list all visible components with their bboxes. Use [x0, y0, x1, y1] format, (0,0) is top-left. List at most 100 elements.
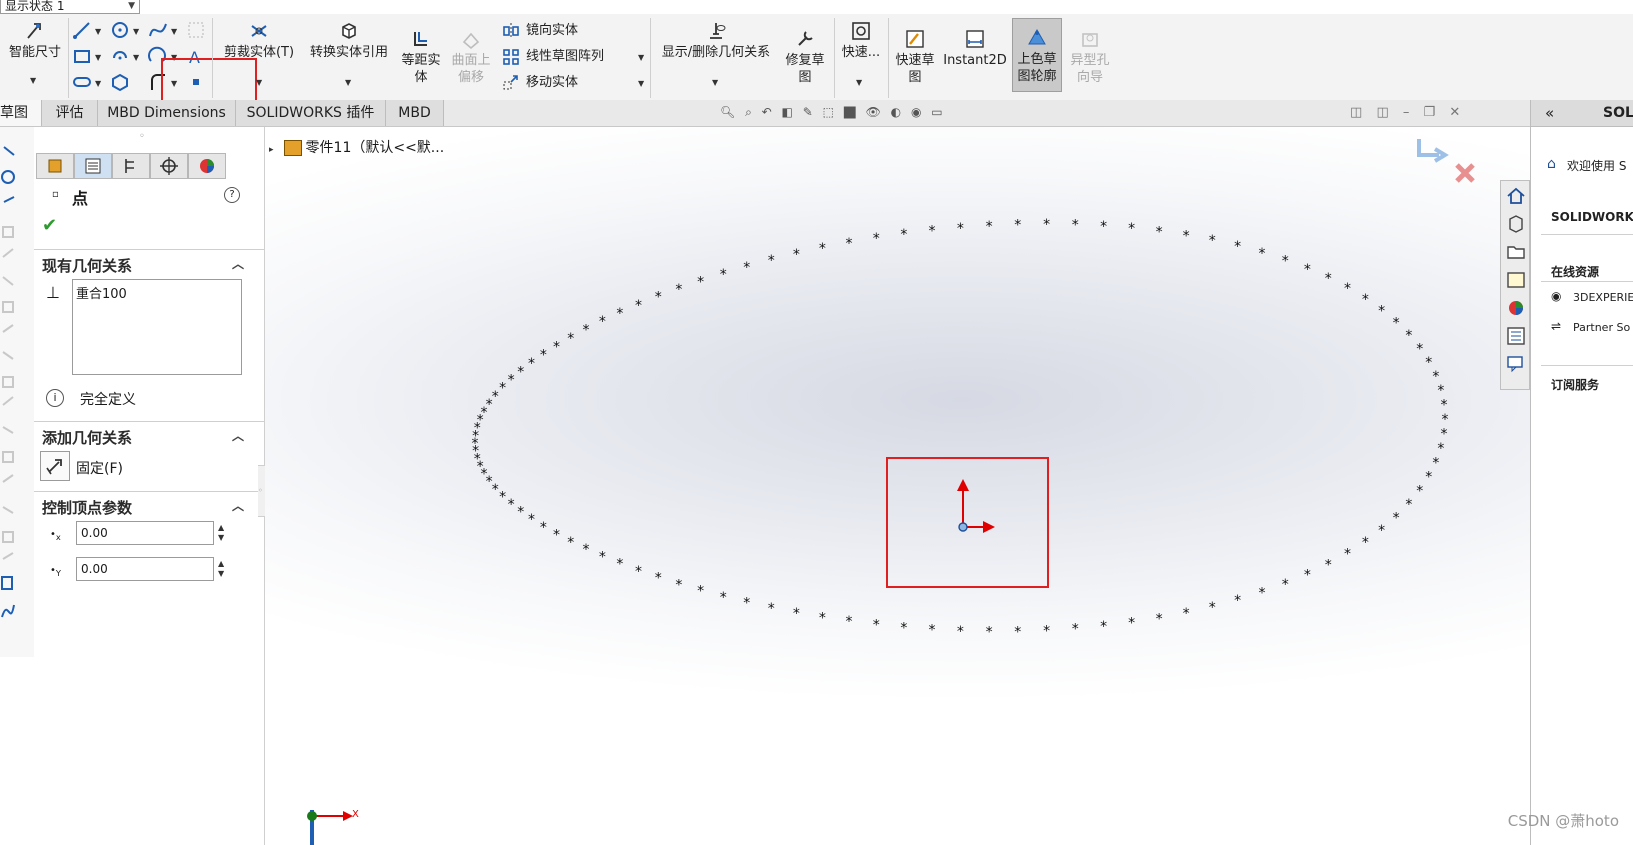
sketch-point[interactable]: *	[1282, 577, 1289, 593]
sketch-point[interactable]: *	[929, 224, 936, 240]
sketch-point[interactable]: *	[1378, 303, 1385, 319]
construction-geometry-icon[interactable]	[186, 20, 206, 40]
close-icon[interactable]: ✕	[1449, 105, 1460, 120]
sketch-point[interactable]: *	[1325, 557, 1332, 573]
tile-left-icon[interactable]: ◫	[1350, 105, 1362, 120]
tile-right-icon[interactable]: ◫	[1376, 105, 1388, 120]
y-spin-buttons[interactable]: ▲ ▼	[218, 559, 228, 579]
sketch-point[interactable]: *	[1425, 470, 1432, 486]
tab-display-manager[interactable]	[188, 153, 226, 179]
sketch-point[interactable]: *	[1405, 328, 1412, 344]
sketch-point[interactable]: *	[1405, 497, 1412, 513]
home-icon[interactable]	[1505, 185, 1527, 207]
rapid-sketch-button[interactable]: 快速草 图	[890, 28, 940, 86]
straight-slot-icon[interactable]	[72, 72, 92, 92]
sketch-point[interactable]: *	[499, 381, 506, 397]
tab-solidworks-addins[interactable]: SOLIDWORKS 插件	[236, 100, 386, 126]
tab-feature-manager[interactable]	[36, 153, 74, 179]
sketch-point[interactable]: *	[1014, 624, 1021, 640]
sketch-point[interactable]: *	[499, 489, 506, 505]
sketch-point[interactable]: *	[1362, 292, 1369, 308]
collapse-icon[interactable]: ︿	[232, 427, 244, 444]
sketch-point[interactable]: *	[1344, 281, 1351, 297]
sketch-point[interactable]: *	[540, 348, 547, 364]
design-library-icon[interactable]	[1505, 213, 1527, 235]
sketch-point[interactable]: *	[553, 339, 560, 355]
forum-icon[interactable]	[1505, 353, 1527, 375]
sketch-point[interactable]: *	[986, 219, 993, 235]
dynamic-annotation-icon[interactable]: ✎	[803, 105, 813, 119]
tab-evaluate[interactable]: 评估	[42, 100, 98, 126]
sketch-point[interactable]: *	[567, 535, 574, 551]
rectangle-tool-icon[interactable]	[72, 46, 92, 66]
chevron-down-icon[interactable]: ▼	[30, 76, 36, 85]
sketch-point[interactable]: *	[1128, 221, 1135, 237]
sketch-point[interactable]: *	[1156, 611, 1163, 627]
list-item[interactable]: 重合100	[76, 283, 127, 302]
sketch-point[interactable]: *	[1442, 412, 1449, 428]
sketch-point[interactable]: *	[528, 512, 535, 528]
fix-relation-button[interactable]	[40, 451, 70, 481]
quick-snaps-button[interactable]: 快速...	[838, 20, 884, 61]
apply-scene-icon[interactable]: ◉	[911, 105, 921, 119]
sketch-point[interactable]: *	[655, 571, 662, 587]
sketch-point[interactable]: *	[1362, 535, 1369, 551]
convert-entities-button[interactable]: 转换实体引用	[304, 20, 394, 61]
sketch-point[interactable]: *	[583, 323, 590, 339]
polygon-tool-icon[interactable]	[110, 72, 130, 92]
sketch-point[interactable]: *	[675, 282, 682, 298]
collapse-icon[interactable]: ︿	[232, 255, 244, 272]
slot-tool-icon[interactable]	[110, 46, 130, 66]
welcome-text[interactable]: 欢迎使用 S	[1567, 157, 1626, 174]
help-button[interactable]: ?	[224, 187, 240, 203]
spline-tool-icon[interactable]	[148, 20, 168, 40]
y-coordinate-input[interactable]: 0.00	[76, 557, 214, 581]
sketch-point[interactable]: *	[1043, 217, 1050, 233]
ok-checkmark-button[interactable]: ✔	[42, 215, 57, 236]
zoom-to-fit-icon[interactable]: 🔍︎	[720, 105, 735, 119]
sketch-point[interactable]: *	[1209, 233, 1216, 249]
sketch-point[interactable]: *	[1432, 456, 1439, 472]
sketch-point[interactable]: *	[1304, 262, 1311, 278]
sketch-point[interactable]: *	[900, 620, 907, 636]
sketch-point[interactable]: *	[567, 331, 574, 347]
sketch-point[interactable]: *	[1128, 616, 1135, 632]
sketch-point[interactable]: *	[1416, 341, 1423, 357]
file-explorer-icon[interactable]	[1505, 241, 1527, 263]
panel-splitter-handle[interactable]: ◦	[139, 131, 145, 142]
sketch-point[interactable]: *	[1259, 586, 1266, 602]
tab-mbd-dimensions[interactable]: MBD Dimensions	[98, 100, 236, 126]
sketch-point[interactable]: *	[508, 373, 515, 389]
tab-configuration-manager[interactable]	[112, 153, 150, 179]
sketch-point[interactable]: *	[583, 542, 590, 558]
parameters-heading[interactable]: 控制顶点参数 ︿	[42, 497, 254, 518]
sketch-point[interactable]: *	[743, 260, 750, 276]
existing-relations-list[interactable]: 重合100	[72, 279, 242, 375]
sketch-point[interactable]: *	[492, 389, 499, 405]
sketch-point[interactable]: *	[655, 290, 662, 306]
custom-properties-icon[interactable]	[1505, 325, 1527, 347]
display-style-icon[interactable]: ⬛︎	[844, 105, 856, 119]
sketch-point[interactable]: *	[1014, 218, 1021, 234]
link-3dexperience[interactable]: 3DEXPERIE	[1573, 291, 1633, 304]
sketch-point[interactable]: *	[1072, 622, 1079, 638]
sketch-point[interactable]: *	[1441, 398, 1448, 414]
sketch-point[interactable]: *	[900, 227, 907, 243]
sketch-point[interactable]: *	[1234, 239, 1241, 255]
expand-arrow-icon[interactable]: ▸	[269, 145, 274, 155]
display-delete-relations-button[interactable]: 显示/删除几何关系	[654, 20, 778, 61]
sketch-point[interactable]: *	[873, 231, 880, 247]
sketch-point[interactable]: *	[1425, 355, 1432, 371]
mirror-entities-button[interactable]: 镜向实体	[502, 20, 578, 42]
tab-sketch[interactable]: 草图	[0, 100, 42, 126]
hole-wizard-button[interactable]: 异型孔 向导	[1066, 28, 1114, 86]
sketch-point[interactable]: *	[616, 557, 623, 573]
sketch-point[interactable]: *	[599, 550, 606, 566]
tab-dimxpert-manager[interactable]	[150, 153, 188, 179]
previous-view-icon[interactable]: ↶	[762, 105, 772, 119]
add-relations-heading[interactable]: 添加几何关系 ︿	[42, 427, 254, 448]
x-coordinate-input[interactable]: 0.00	[76, 521, 214, 545]
x-spin-buttons[interactable]: ▲ ▼	[218, 523, 228, 543]
sketch-point[interactable]: *	[768, 601, 775, 617]
cancel-sketch-icon[interactable]	[1455, 163, 1475, 183]
